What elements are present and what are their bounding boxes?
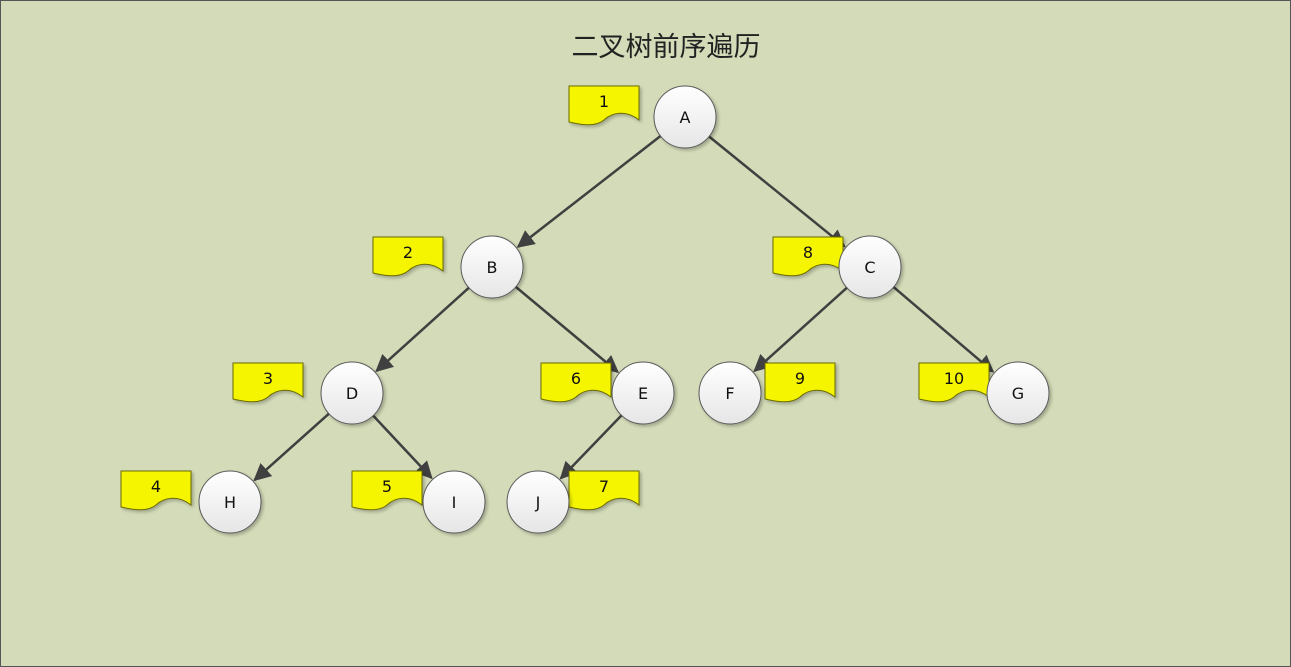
node-label: C xyxy=(864,258,875,277)
node-label: F xyxy=(725,384,734,403)
order-number: 7 xyxy=(599,477,609,496)
tree-node-d: D xyxy=(320,361,384,425)
order-number: 2 xyxy=(403,243,413,262)
node-label: A xyxy=(680,108,691,127)
order-number: 9 xyxy=(795,369,805,388)
diagram-background xyxy=(0,0,1291,667)
tree-node-i: I xyxy=(422,470,486,534)
tree-node-c: C xyxy=(838,235,902,299)
tree-node-e: E xyxy=(611,361,675,425)
node-label: G xyxy=(1012,384,1024,403)
node-label: J xyxy=(535,493,541,512)
tree-node-b: B xyxy=(460,235,524,299)
order-number: 3 xyxy=(263,369,273,388)
node-label: I xyxy=(452,493,457,512)
node-label: B xyxy=(487,258,498,277)
tree-node-f: F xyxy=(698,361,762,425)
node-label: H xyxy=(224,493,236,512)
node-label: E xyxy=(638,384,648,403)
tree-node-j: J xyxy=(506,470,570,534)
order-number: 5 xyxy=(382,477,392,496)
order-number: 4 xyxy=(151,477,161,496)
order-number: 10 xyxy=(944,369,964,388)
diagram-title: 二叉树前序遍历 xyxy=(572,32,761,63)
order-number: 1 xyxy=(599,92,609,111)
order-number: 6 xyxy=(571,369,581,388)
tree-node-a: A xyxy=(653,85,717,149)
node-label: D xyxy=(346,384,358,403)
order-number: 8 xyxy=(803,243,813,262)
tree-node-h: H xyxy=(198,470,262,534)
binary-tree-diagram: 二叉树前序遍历 1 2 8 3 6 9 10 4 5 7 A B C D E F G H I J xyxy=(0,0,1291,667)
tree-node-g: G xyxy=(986,361,1050,425)
